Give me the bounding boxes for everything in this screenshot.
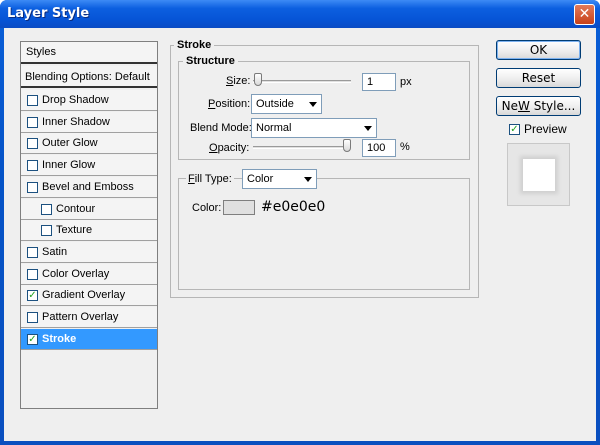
ok-button[interactable]: OK <box>496 40 581 60</box>
chevron-down-icon <box>364 126 372 131</box>
size-unit: px <box>400 76 412 88</box>
style-item-inner-glow[interactable]: Inner Glow <box>21 155 157 176</box>
style-checkbox[interactable] <box>27 334 38 345</box>
style-item-texture[interactable]: Texture <box>21 220 157 241</box>
style-checkbox[interactable] <box>27 182 38 193</box>
structure-group-title: Structure <box>183 55 238 67</box>
style-item-satin[interactable]: Satin <box>21 242 157 263</box>
opacity-unit: % <box>400 141 410 153</box>
window-title: Layer Style <box>7 6 90 21</box>
style-checkbox[interactable] <box>27 117 38 128</box>
style-checkbox[interactable] <box>27 138 38 149</box>
preview-shape <box>523 159 555 191</box>
style-item-stroke[interactable]: Stroke <box>21 329 157 350</box>
style-item-pattern-overlay[interactable]: Pattern Overlay <box>21 307 157 328</box>
position-label: Position: <box>208 98 251 110</box>
style-checkbox[interactable] <box>27 247 38 258</box>
blend-mode-value: Normal <box>256 122 292 134</box>
style-item-bevel-and-emboss[interactable]: Bevel and Emboss <box>21 177 157 198</box>
fill-type-value: Color <box>247 173 274 185</box>
chevron-down-icon <box>304 177 312 182</box>
style-item-label: Bevel and Emboss <box>42 181 134 193</box>
color-swatch[interactable] <box>223 200 255 215</box>
style-item-drop-shadow[interactable]: Drop Shadow <box>21 90 157 111</box>
style-item-label: Gradient Overlay <box>42 289 126 301</box>
preview-label: Preview <box>524 122 567 136</box>
style-item-label: Stroke <box>42 333 77 345</box>
style-item-contour[interactable]: Contour <box>21 199 157 220</box>
title-bar[interactable]: Layer Style ✕ <box>0 0 600 28</box>
style-checkbox[interactable] <box>27 95 38 106</box>
style-item-label: Drop Shadow <box>42 94 109 106</box>
style-item-inner-shadow[interactable]: Inner Shadow <box>21 112 157 133</box>
chevron-down-icon <box>309 102 317 107</box>
style-item-label: Inner Glow <box>42 159 96 171</box>
fill-type-select[interactable]: Color <box>242 169 317 189</box>
blend-mode-select[interactable]: Normal <box>251 118 377 138</box>
size-input[interactable]: 1 <box>362 73 396 91</box>
color-hex-text: #e0e0e0 <box>261 199 326 215</box>
position-value: Outside <box>256 98 294 110</box>
styles-list: Styles Blending Options: Default Drop Sh… <box>20 41 158 409</box>
fill-group <box>178 178 470 290</box>
reset-button[interactable]: Reset <box>496 68 581 88</box>
style-checkbox[interactable] <box>27 269 38 280</box>
style-checkbox[interactable] <box>41 204 52 215</box>
style-checkbox[interactable] <box>41 225 52 236</box>
layer-style-window: Layer Style ✕ Styles Blending Options: D… <box>0 0 600 445</box>
blend-mode-label: Blend Mode: <box>190 122 252 134</box>
style-item-label: Inner Shadow <box>42 116 110 128</box>
size-label: Size: <box>226 75 251 87</box>
style-item-label: Pattern Overlay <box>42 311 119 323</box>
preview-thumbnail <box>507 143 570 206</box>
fill-type-label: Fill Type: <box>186 173 234 185</box>
close-icon[interactable]: ✕ <box>574 4 595 25</box>
style-item-label: Satin <box>42 246 68 258</box>
position-select[interactable]: Outside <box>251 94 322 114</box>
style-item-label: Contour <box>56 203 96 215</box>
style-item-label: Texture <box>56 224 93 236</box>
style-item-gradient-overlay[interactable]: Gradient Overlay <box>21 285 157 306</box>
stroke-group-title: Stroke <box>174 39 215 51</box>
opacity-label: Opacity: <box>209 142 250 154</box>
styles-header[interactable]: Styles <box>21 42 157 64</box>
preview-checkbox[interactable] <box>509 124 520 135</box>
style-item-label: Color Overlay <box>42 268 110 280</box>
color-label: Color: <box>192 202 222 214</box>
style-item-label: Outer Glow <box>42 137 98 149</box>
size-slider-track[interactable] <box>253 80 351 83</box>
size-slider-thumb[interactable] <box>254 73 262 86</box>
style-item-outer-glow[interactable]: Outer Glow <box>21 133 157 154</box>
new-style-button[interactable]: NeW Style... <box>496 96 581 116</box>
dialog-client: Styles Blending Options: Default Drop Sh… <box>4 28 596 441</box>
opacity-slider-thumb[interactable] <box>343 139 351 152</box>
style-checkbox[interactable] <box>27 160 38 171</box>
opacity-slider-track[interactable] <box>253 146 351 149</box>
style-checkbox[interactable] <box>27 290 38 301</box>
blending-options-item[interactable]: Blending Options: Default <box>21 66 157 88</box>
style-checkbox[interactable] <box>27 312 38 323</box>
style-item-color-overlay[interactable]: Color Overlay <box>21 264 157 285</box>
opacity-input[interactable]: 100 <box>362 139 396 157</box>
